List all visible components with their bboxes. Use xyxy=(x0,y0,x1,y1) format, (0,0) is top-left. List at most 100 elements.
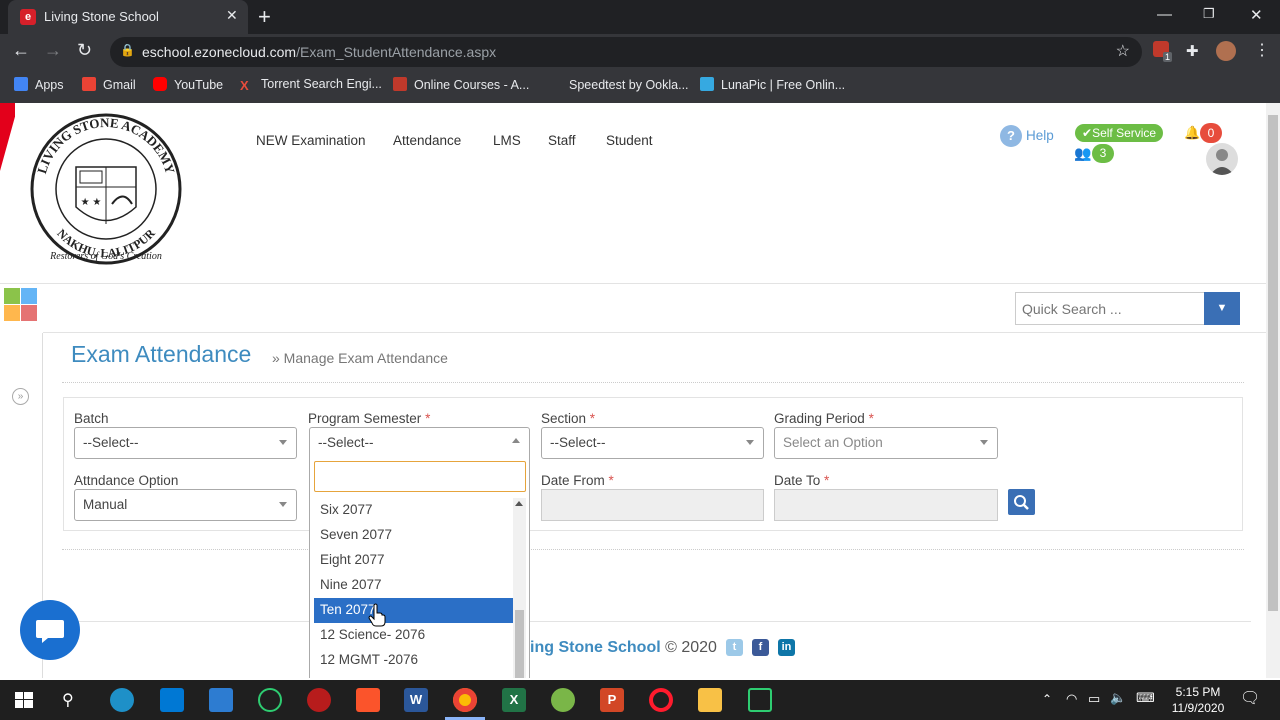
chrome-icon[interactable] xyxy=(453,688,477,712)
volume-icon[interactable]: 🔈 xyxy=(1110,690,1126,706)
bookmark-lunapic[interactable]: LunaPic | Free Onlin... xyxy=(700,77,845,92)
brave-icon[interactable] xyxy=(356,688,380,712)
tray-chevron-icon[interactable]: ⌃ xyxy=(1042,692,1052,706)
twitter-icon[interactable]: t xyxy=(726,639,743,656)
youtube-icon xyxy=(153,77,167,91)
bookmark-online-courses[interactable]: Online Courses - A... xyxy=(393,77,529,92)
back-icon[interactable]: ← xyxy=(12,40,30,61)
bookmark-speedtest[interactable]: Speedtest by Ookla... xyxy=(548,77,689,92)
battery-icon[interactable]: ▭ xyxy=(1088,691,1100,707)
batch-select[interactable]: --Select-- xyxy=(74,427,297,459)
bookmark-gmail[interactable]: Gmail xyxy=(82,77,136,92)
file-explorer-icon[interactable] xyxy=(698,688,722,712)
dropdown-option-highlighted[interactable]: Ten 2077 xyxy=(314,598,514,623)
nav-student[interactable]: Student xyxy=(606,133,653,148)
date-from-input[interactable] xyxy=(541,489,764,521)
grading-period-label: Grading Period * xyxy=(774,411,874,426)
store-icon[interactable] xyxy=(160,688,184,712)
search-icon[interactable]: ⚲ xyxy=(62,690,74,710)
sidebar-expand-icon[interactable]: » xyxy=(12,388,29,405)
users-icon[interactable]: 👥 xyxy=(1074,145,1091,162)
search-button[interactable] xyxy=(1008,489,1035,515)
chat-widget-button[interactable] xyxy=(20,600,80,660)
attendance-option-select[interactable]: Manual xyxy=(74,489,297,521)
quick-search-dropdown-button[interactable]: ▼ xyxy=(1204,292,1240,325)
forward-icon[interactable]: → xyxy=(44,40,62,61)
menu-kebab-icon[interactable]: ⋮ xyxy=(1254,40,1270,60)
restore-icon[interactable]: ❐ xyxy=(1203,6,1215,22)
bell-icon[interactable]: 🔔 xyxy=(1184,125,1200,141)
nav-staff[interactable]: Staff xyxy=(548,133,576,148)
apps-grid-icon xyxy=(14,77,28,91)
new-tab-icon[interactable]: + xyxy=(258,4,271,30)
chevron-up-icon xyxy=(512,438,520,443)
network-icon[interactable]: ◠ xyxy=(1066,691,1077,707)
excel-icon[interactable]: X xyxy=(502,688,526,712)
dropdown-scroll-thumb[interactable] xyxy=(515,610,524,678)
nav-lms[interactable]: LMS xyxy=(493,133,521,148)
dropdown-option[interactable]: 12 Science- 2076 xyxy=(314,623,514,648)
profile-avatar[interactable] xyxy=(1216,41,1236,61)
edge-icon[interactable] xyxy=(110,688,134,712)
header-divider xyxy=(0,283,1266,284)
dropdown-option[interactable]: Six 2077 xyxy=(314,498,514,523)
brand-red-strip xyxy=(0,103,15,171)
reload-icon[interactable]: ↻ xyxy=(77,40,92,61)
date-to-input[interactable] xyxy=(774,489,998,521)
powerpoint-icon[interactable]: P xyxy=(600,688,624,712)
batch-label: Batch xyxy=(74,411,109,426)
quick-search-input[interactable] xyxy=(1015,292,1205,325)
bookmark-apps[interactable]: Apps xyxy=(14,77,64,92)
browser-tab[interactable]: e Living Stone School ✕ xyxy=(8,0,248,34)
nav-attendance[interactable]: Attendance xyxy=(393,133,461,148)
tab-title: Living Stone School xyxy=(44,9,159,24)
nav-new-examination[interactable]: NEW Examination xyxy=(256,133,366,148)
uget-icon[interactable] xyxy=(258,688,282,712)
mail-icon[interactable] xyxy=(209,688,233,712)
notification-count-badge: 0 xyxy=(1200,123,1222,143)
dropdown-option[interactable]: Seven 2077 xyxy=(314,523,514,548)
paint-icon[interactable] xyxy=(551,688,575,712)
gmail-icon xyxy=(82,77,96,91)
word-icon[interactable]: W xyxy=(404,688,428,712)
page-scroll-thumb[interactable] xyxy=(1268,115,1278,611)
window-close-icon[interactable]: ✕ xyxy=(1250,6,1263,24)
bookmark-youtube[interactable]: YouTube xyxy=(153,77,223,92)
browser-toolbar: ← → ↻ 🔒 eschool.ezonecloud.com/Exam_Stud… xyxy=(0,34,1280,70)
dropdown-search-input[interactable] xyxy=(314,461,526,492)
app-red-icon[interactable] xyxy=(307,688,331,712)
dropdown-scrollbar[interactable] xyxy=(513,498,526,678)
facebook-icon[interactable]: f xyxy=(752,639,769,656)
dropdown-option[interactable]: Nine 2077 xyxy=(314,573,514,598)
url-host: eschool.ezonecloud.com xyxy=(142,44,297,60)
bookmark-star-icon[interactable]: ☆ xyxy=(1116,41,1130,61)
page-scrollbar[interactable] xyxy=(1266,103,1280,678)
page-subtitle: » Manage Exam Attendance xyxy=(272,350,448,366)
user-avatar[interactable] xyxy=(1206,143,1238,175)
self-service-button[interactable]: ✔Self Service xyxy=(1075,124,1164,142)
keyboard-icon[interactable]: ⌨ xyxy=(1136,690,1155,706)
minimize-icon[interactable]: — xyxy=(1157,6,1172,23)
program-semester-select[interactable]: --Select-- xyxy=(309,427,530,459)
extensions-puzzle-icon[interactable]: ✚ xyxy=(1186,42,1199,60)
dropdown-option[interactable]: 12 MGMT -2076 xyxy=(314,648,514,673)
action-center-icon[interactable]: 🗨 xyxy=(1240,688,1260,708)
media-app-icon[interactable] xyxy=(748,688,772,712)
address-bar[interactable]: 🔒 eschool.ezonecloud.com/Exam_StudentAtt… xyxy=(110,37,1142,67)
svg-text:★ ★: ★ ★ xyxy=(81,197,102,208)
speedtest-icon xyxy=(548,77,562,91)
taskbar-clock[interactable]: 5:15 PM 11/9/2020 xyxy=(1160,684,1236,716)
opera-icon[interactable] xyxy=(649,688,673,712)
app-tiles-icon[interactable] xyxy=(4,288,38,322)
udemy-icon xyxy=(393,77,407,91)
close-tab-icon[interactable]: ✕ xyxy=(226,7,238,24)
help-link[interactable]: ? Help xyxy=(1000,125,1054,147)
help-question-icon: ? xyxy=(1000,125,1022,147)
windows-start-icon[interactable] xyxy=(12,688,36,712)
clock-date: 11/9/2020 xyxy=(1171,701,1225,715)
dropdown-option[interactable]: Eight 2077 xyxy=(314,548,514,573)
section-select[interactable]: --Select-- xyxy=(541,427,764,459)
linkedin-icon[interactable]: in xyxy=(778,639,795,656)
bookmark-torrent[interactable]: X Torrent Search Engi... xyxy=(240,77,382,93)
grading-period-select[interactable]: Select an Option xyxy=(774,427,998,459)
